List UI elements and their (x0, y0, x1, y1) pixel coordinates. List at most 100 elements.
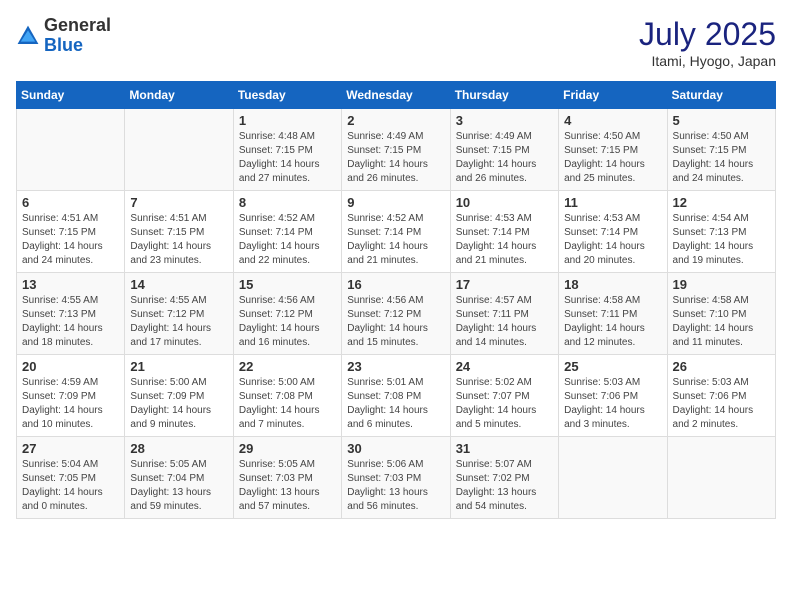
day-detail: Sunrise: 4:56 AM Sunset: 7:12 PM Dayligh… (347, 294, 444, 350)
day-number: 22 (239, 359, 336, 374)
day-number: 5 (673, 113, 770, 128)
day-detail: Sunrise: 5:07 AM Sunset: 7:02 PM Dayligh… (456, 458, 553, 514)
week-row-4: 20 Sunrise: 4:59 AM Sunset: 7:09 PM Dayli… (17, 355, 776, 437)
calendar-cell: 17 Sunrise: 4:57 AM Sunset: 7:11 PM Dayli… (450, 273, 558, 355)
day-number: 16 (347, 277, 444, 292)
calendar-cell: 12Sunrise: 4:54 AM Sunset: 7:13 PM Dayli… (667, 191, 775, 273)
day-number: 18 (564, 277, 661, 292)
day-number: 14 (130, 277, 227, 292)
logo-general: General (44, 15, 111, 35)
day-detail: Sunrise: 4:56 AM Sunset: 7:12 PM Dayligh… (239, 294, 336, 350)
day-detail: Sunrise: 4:52 AM Sunset: 7:14 PM Dayligh… (347, 212, 444, 268)
day-detail: Sunrise: 5:01 AM Sunset: 7:08 PM Dayligh… (347, 376, 444, 432)
day-number: 20 (22, 359, 119, 374)
day-number: 30 (347, 441, 444, 456)
calendar-cell: 13 Sunrise: 4:55 AM Sunset: 7:13 PM Dayli… (17, 273, 125, 355)
calendar-cell: 16 Sunrise: 4:56 AM Sunset: 7:12 PM Dayli… (342, 273, 450, 355)
day-detail: Sunrise: 4:49 AM Sunset: 7:15 PM Dayligh… (347, 130, 444, 186)
day-header-wednesday: Wednesday (342, 82, 450, 109)
day-header-monday: Monday (125, 82, 233, 109)
logo-icon (16, 24, 40, 48)
day-detail: Sunrise: 5:04 AM Sunset: 7:05 PM Dayligh… (22, 458, 119, 514)
day-number: 31 (456, 441, 553, 456)
logo-blue: Blue (44, 35, 83, 55)
day-number: 17 (456, 277, 553, 292)
calendar-cell: 10 Sunrise: 4:53 AM Sunset: 7:14 PM Dayli… (450, 191, 558, 273)
day-header-tuesday: Tuesday (233, 82, 341, 109)
calendar-cell: 22Sunrise: 5:00 AM Sunset: 7:08 PM Dayli… (233, 355, 341, 437)
day-detail: Sunrise: 5:03 AM Sunset: 7:06 PM Dayligh… (564, 376, 661, 432)
calendar-cell: 8 Sunrise: 4:52 AM Sunset: 7:14 PM Daylig… (233, 191, 341, 273)
day-detail: Sunrise: 4:53 AM Sunset: 7:14 PM Dayligh… (456, 212, 553, 268)
calendar-cell: 25 Sunrise: 5:03 AM Sunset: 7:06 PM Dayli… (559, 355, 667, 437)
calendar-cell: 19Sunrise: 4:58 AM Sunset: 7:10 PM Dayli… (667, 273, 775, 355)
day-detail: Sunrise: 4:51 AM Sunset: 7:15 PM Dayligh… (130, 212, 227, 268)
day-header-sunday: Sunday (17, 82, 125, 109)
day-number: 8 (239, 195, 336, 210)
calendar-cell: 27 Sunrise: 5:04 AM Sunset: 7:05 PM Dayli… (17, 437, 125, 519)
calendar-cell: 26 Sunrise: 5:03 AM Sunset: 7:06 PM Dayli… (667, 355, 775, 437)
location: Itami, Hyogo, Japan (639, 53, 776, 69)
day-detail: Sunrise: 4:52 AM Sunset: 7:14 PM Dayligh… (239, 212, 336, 268)
day-number: 4 (564, 113, 661, 128)
day-number: 26 (673, 359, 770, 374)
day-detail: Sunrise: 5:05 AM Sunset: 7:04 PM Dayligh… (130, 458, 227, 514)
day-number: 2 (347, 113, 444, 128)
day-number: 27 (22, 441, 119, 456)
calendar-table: SundayMondayTuesdayWednesdayThursdayFrid… (16, 81, 776, 519)
calendar-cell: 24Sunrise: 5:02 AM Sunset: 7:07 PM Dayli… (450, 355, 558, 437)
logo: General Blue (16, 16, 111, 56)
day-headers-row: SundayMondayTuesdayWednesdayThursdayFrid… (17, 82, 776, 109)
logo-text: General Blue (44, 16, 111, 56)
calendar-cell: 31 Sunrise: 5:07 AM Sunset: 7:02 PM Dayli… (450, 437, 558, 519)
day-number: 9 (347, 195, 444, 210)
day-detail: Sunrise: 4:51 AM Sunset: 7:15 PM Dayligh… (22, 212, 119, 268)
calendar-cell: 23 Sunrise: 5:01 AM Sunset: 7:08 PM Dayli… (342, 355, 450, 437)
day-detail: Sunrise: 5:03 AM Sunset: 7:06 PM Dayligh… (673, 376, 770, 432)
day-header-thursday: Thursday (450, 82, 558, 109)
calendar-cell: 29 Sunrise: 5:05 AM Sunset: 7:03 PM Dayli… (233, 437, 341, 519)
day-number: 1 (239, 113, 336, 128)
day-header-saturday: Saturday (667, 82, 775, 109)
day-detail: Sunrise: 4:57 AM Sunset: 7:11 PM Dayligh… (456, 294, 553, 350)
day-number: 10 (456, 195, 553, 210)
day-detail: Sunrise: 4:50 AM Sunset: 7:15 PM Dayligh… (564, 130, 661, 186)
calendar-cell: 3Sunrise: 4:49 AM Sunset: 7:15 PM Daylig… (450, 109, 558, 191)
day-header-friday: Friday (559, 82, 667, 109)
calendar-cell: 5Sunrise: 4:50 AM Sunset: 7:15 PM Daylig… (667, 109, 775, 191)
day-number: 28 (130, 441, 227, 456)
month-year: July 2025 (639, 16, 776, 53)
calendar-cell: 9 Sunrise: 4:52 AM Sunset: 7:14 PM Daylig… (342, 191, 450, 273)
day-number: 19 (673, 277, 770, 292)
day-detail: Sunrise: 4:59 AM Sunset: 7:09 PM Dayligh… (22, 376, 119, 432)
calendar-cell: 15 Sunrise: 4:56 AM Sunset: 7:12 PM Dayli… (233, 273, 341, 355)
calendar-cell (17, 109, 125, 191)
calendar-cell (559, 437, 667, 519)
day-detail: Sunrise: 5:05 AM Sunset: 7:03 PM Dayligh… (239, 458, 336, 514)
calendar-cell: 14 Sunrise: 4:55 AM Sunset: 7:12 PM Dayli… (125, 273, 233, 355)
calendar-cell: 11 Sunrise: 4:53 AM Sunset: 7:14 PM Dayli… (559, 191, 667, 273)
calendar-cell: 6Sunrise: 4:51 AM Sunset: 7:15 PM Daylig… (17, 191, 125, 273)
day-number: 11 (564, 195, 661, 210)
day-detail: Sunrise: 4:53 AM Sunset: 7:14 PM Dayligh… (564, 212, 661, 268)
day-detail: Sunrise: 4:55 AM Sunset: 7:13 PM Dayligh… (22, 294, 119, 350)
day-detail: Sunrise: 4:58 AM Sunset: 7:11 PM Dayligh… (564, 294, 661, 350)
week-row-1: 1Sunrise: 4:48 AM Sunset: 7:15 PM Daylig… (17, 109, 776, 191)
day-detail: Sunrise: 4:55 AM Sunset: 7:12 PM Dayligh… (130, 294, 227, 350)
calendar-cell: 28 Sunrise: 5:05 AM Sunset: 7:04 PM Dayli… (125, 437, 233, 519)
week-row-2: 6Sunrise: 4:51 AM Sunset: 7:15 PM Daylig… (17, 191, 776, 273)
day-detail: Sunrise: 5:00 AM Sunset: 7:09 PM Dayligh… (130, 376, 227, 432)
calendar-cell (125, 109, 233, 191)
calendar-cell: 30 Sunrise: 5:06 AM Sunset: 7:03 PM Dayli… (342, 437, 450, 519)
week-row-3: 13 Sunrise: 4:55 AM Sunset: 7:13 PM Dayli… (17, 273, 776, 355)
calendar-cell: 18 Sunrise: 4:58 AM Sunset: 7:11 PM Dayli… (559, 273, 667, 355)
day-number: 23 (347, 359, 444, 374)
day-number: 25 (564, 359, 661, 374)
calendar-cell: 1Sunrise: 4:48 AM Sunset: 7:15 PM Daylig… (233, 109, 341, 191)
calendar-cell: 21Sunrise: 5:00 AM Sunset: 7:09 PM Dayli… (125, 355, 233, 437)
day-number: 7 (130, 195, 227, 210)
day-number: 29 (239, 441, 336, 456)
day-number: 13 (22, 277, 119, 292)
day-detail: Sunrise: 5:06 AM Sunset: 7:03 PM Dayligh… (347, 458, 444, 514)
day-number: 15 (239, 277, 336, 292)
